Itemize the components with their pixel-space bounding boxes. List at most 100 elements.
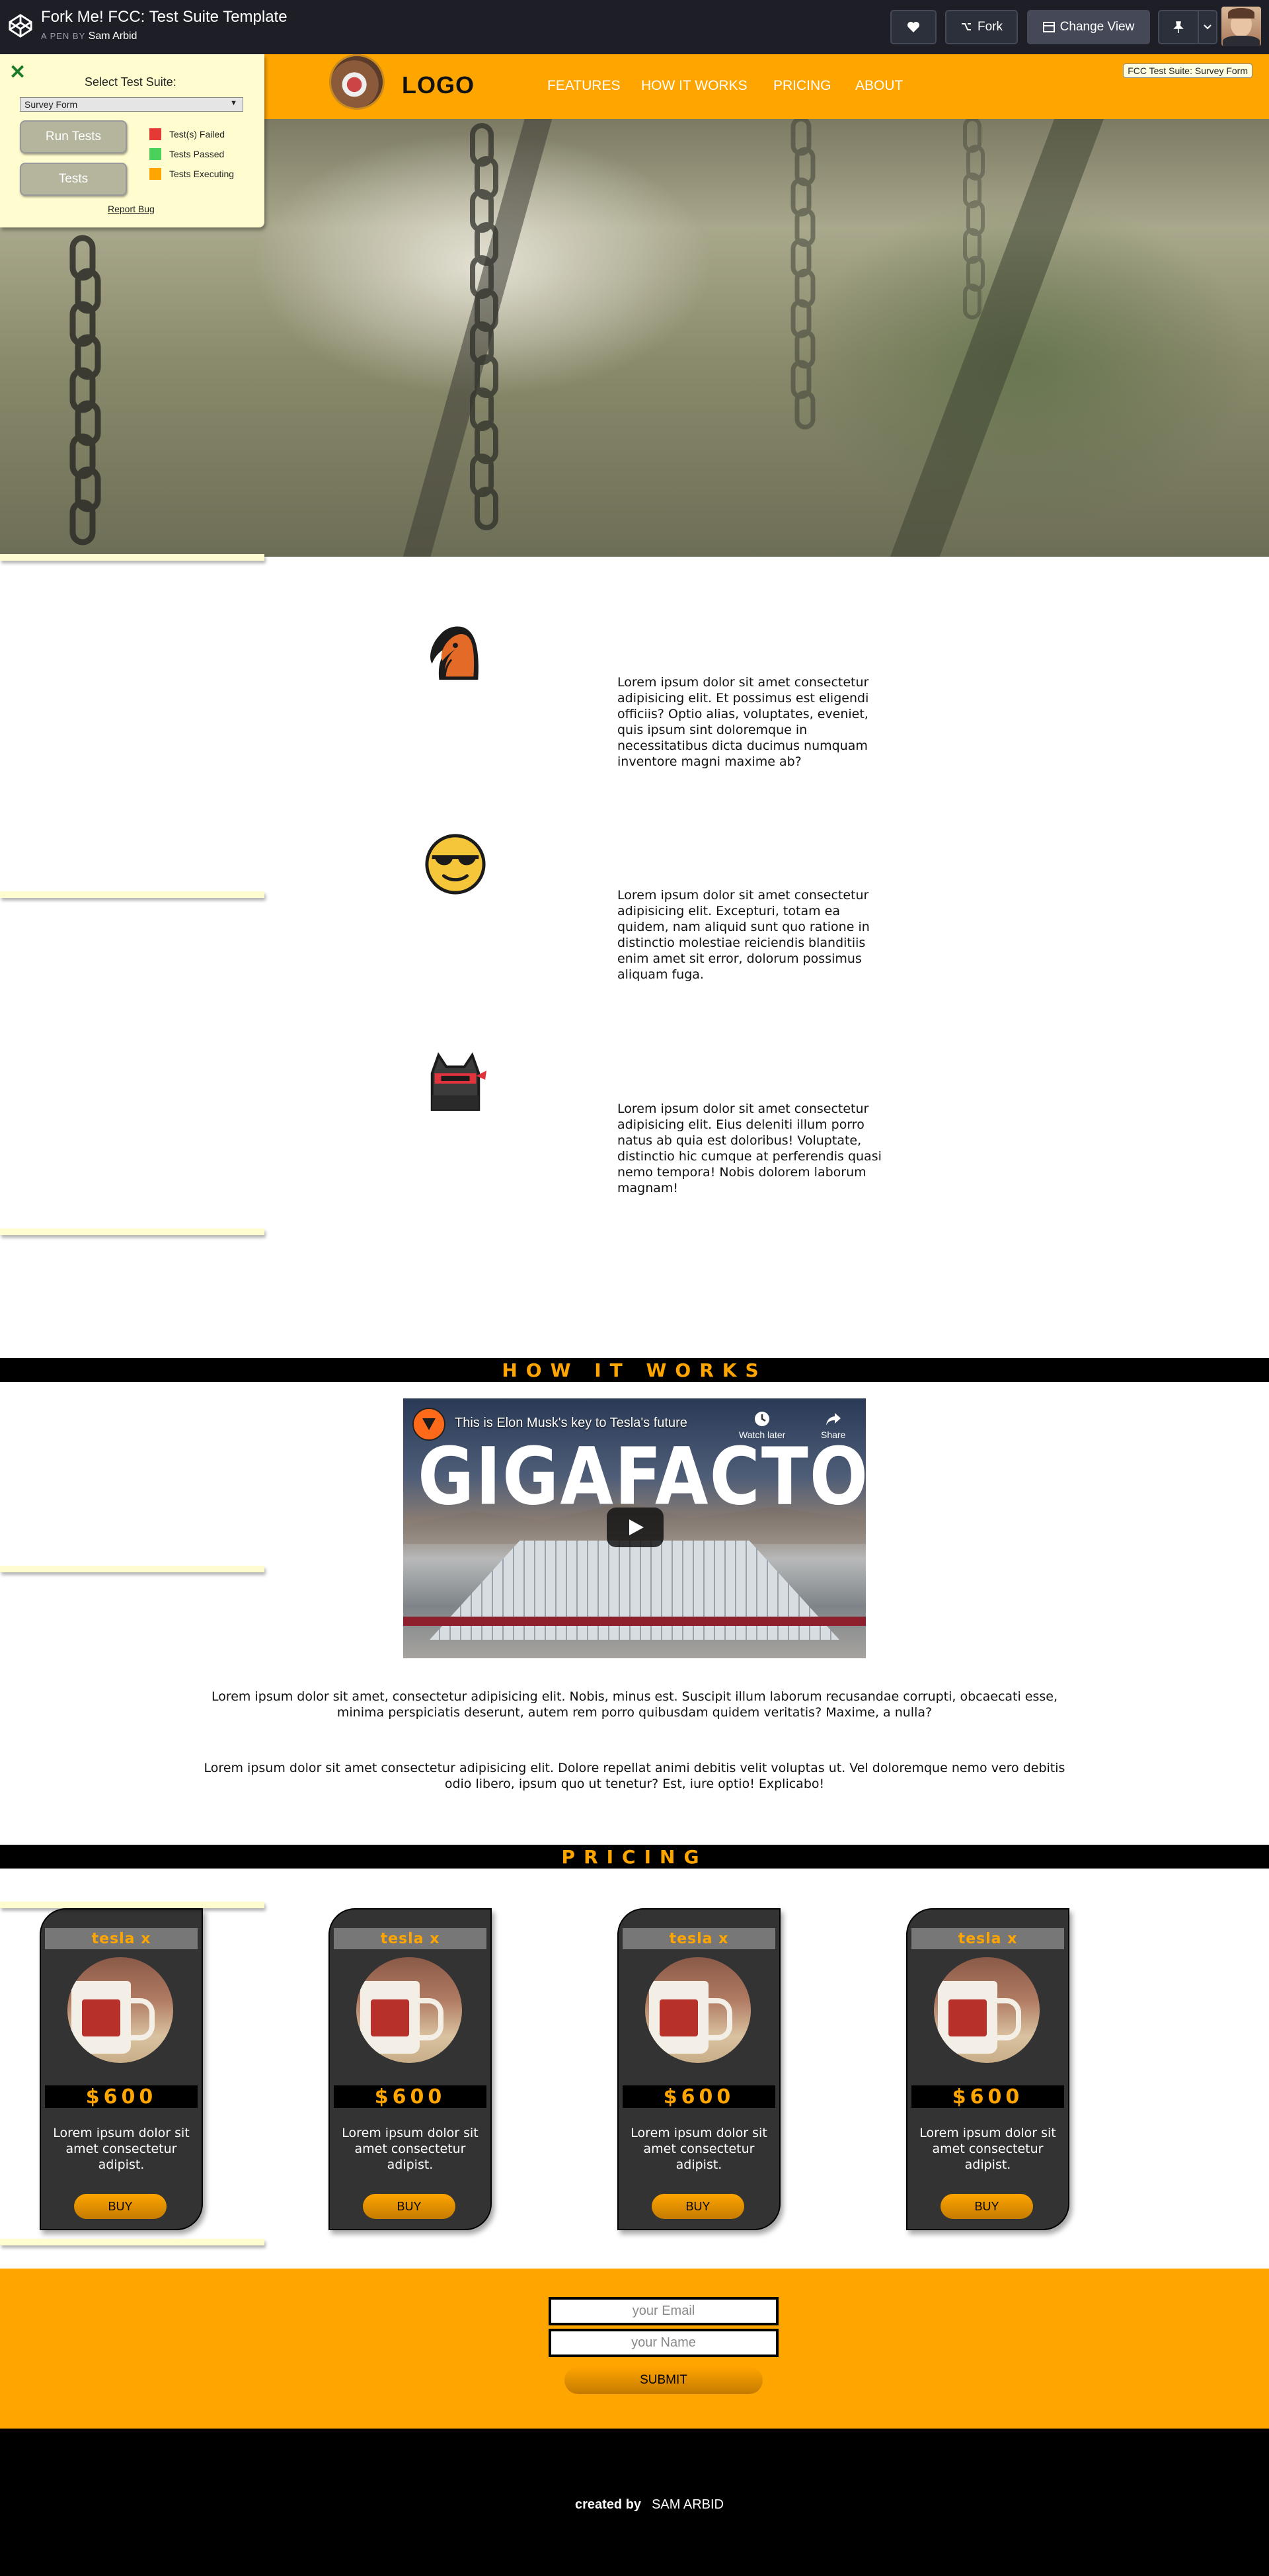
product-description: Lorem ipsum dolor sit amet consectetur a…	[342, 2126, 479, 2172]
product-name: tesla x	[911, 1928, 1064, 1949]
product-image	[645, 1957, 751, 2063]
user-avatar[interactable]	[1221, 7, 1261, 46]
pricing-heading: PRICING	[0, 1845, 1269, 1869]
nav-link-features[interactable]: FEATURES	[547, 78, 620, 94]
fcc-test-panel: ✕ Select Test Suite: Survey Form ▼ Run T…	[0, 54, 264, 227]
channel-avatar[interactable]	[412, 1408, 445, 1441]
legend-passed-label: Tests Passed	[169, 149, 225, 159]
pricing-card: tesla x $600 Lorem ipsum dolor sit amet …	[328, 1908, 492, 2230]
pen-title[interactable]: Fork Me! FCC: Test Suite Template	[41, 8, 288, 26]
fcc-suite-badge: FCC Test Suite: Survey Form	[1123, 63, 1252, 78]
how-it-works-paragraph: Lorem ipsum dolor sit amet consectetur a…	[204, 1761, 1065, 1791]
name-field[interactable]	[549, 2329, 779, 2357]
panel-edge	[0, 891, 264, 898]
like-button[interactable]	[890, 10, 937, 44]
how-it-works-paragraph: Lorem ipsum dolor sit amet, consectetur …	[211, 1689, 1058, 1720]
product-price: $600	[334, 2085, 486, 2109]
pricing-card: tesla x $600 Lorem ipsum dolor sit amet …	[40, 1908, 203, 2230]
share-button[interactable]: Share	[821, 1410, 845, 1440]
select-suite-label: Select Test Suite:	[85, 75, 176, 89]
product-price: $600	[45, 2085, 198, 2109]
heart-icon	[907, 22, 919, 32]
change-view-label: Change View	[1059, 20, 1135, 34]
feature-text: Lorem ipsum dolor sit amet consectetur a…	[617, 888, 870, 982]
buy-button[interactable]: BUY	[652, 2194, 744, 2219]
selected-suite: Survey Form	[24, 99, 78, 110]
sunglasses-smiley-icon	[425, 834, 486, 895]
share-label: Share	[821, 1429, 846, 1440]
byline-prefix: A PEN BY	[41, 31, 86, 41]
nav-link-pricing[interactable]: PRICING	[773, 78, 831, 94]
product-image	[934, 1957, 1040, 2063]
run-tests-button[interactable]: Run Tests	[20, 120, 127, 153]
video-player[interactable]: GIGAFACTORY This is Elon Musk's key to T…	[403, 1398, 866, 1658]
panel-edge	[0, 1228, 264, 1235]
failed-swatch	[149, 128, 161, 140]
video-title[interactable]: This is Elon Musk's key to Tesla's futur…	[455, 1416, 687, 1431]
clock-icon	[755, 1412, 770, 1426]
nav-link-about[interactable]: ABOUT	[855, 78, 903, 94]
tests-button[interactable]: Tests	[20, 163, 127, 196]
test-suite-select[interactable]: Survey Form ▼	[20, 97, 243, 112]
legend-failed-label: Test(s) Failed	[169, 129, 225, 140]
logo-image	[329, 54, 385, 110]
product-description: Lorem ipsum dolor sit amet consectetur a…	[631, 2126, 767, 2172]
product-description: Lorem ipsum dolor sit amet consectetur a…	[919, 2126, 1056, 2172]
legend-executing: Tests Executing	[149, 168, 234, 180]
report-bug-link[interactable]: Report Bug	[108, 204, 155, 214]
pen-author-link[interactable]: Sam Arbid	[89, 30, 137, 42]
legend-passed: Tests Passed	[149, 148, 224, 160]
pin-menu-button[interactable]	[1198, 10, 1217, 44]
nav-link-how-it-works[interactable]: HOW IT WORKS	[641, 78, 748, 94]
product-description: Lorem ipsum dolor sit amet consectetur a…	[53, 2126, 190, 2172]
legend-failed: Test(s) Failed	[149, 128, 225, 140]
product-name: tesla x	[623, 1928, 775, 1949]
codepen-topbar: Fork Me! FCC: Test Suite Template A PEN …	[0, 0, 1269, 54]
fork-icon	[962, 23, 971, 30]
product-price: $600	[911, 2085, 1064, 2109]
pricing-card: tesla x $600 Lorem ipsum dolor sit amet …	[906, 1908, 1069, 2230]
change-view-button[interactable]: Change View	[1027, 10, 1150, 44]
footer-credit: created by SAM ARBID	[575, 2497, 724, 2513]
fork-label: Fork	[978, 20, 1003, 34]
layout-icon	[1042, 22, 1055, 32]
legend-executing-label: Tests Executing	[169, 169, 235, 179]
footer-author: SAM ARBID	[652, 2497, 724, 2512]
feature-text: Lorem ipsum dolor sit amet consectetur a…	[617, 1102, 882, 1195]
executing-swatch	[149, 168, 161, 180]
passed-swatch	[149, 148, 161, 160]
product-image	[356, 1957, 462, 2063]
share-icon	[826, 1413, 841, 1426]
chevron-down-icon	[1204, 24, 1211, 30]
panel-edge	[0, 554, 264, 561]
pin-button[interactable]	[1158, 10, 1199, 44]
pin-icon	[1173, 21, 1184, 33]
knight-horse-icon	[430, 626, 479, 680]
watch-later-label: Watch later	[739, 1429, 786, 1440]
panel-edge	[0, 2239, 264, 2245]
ninja-cat-icon	[430, 1052, 487, 1111]
pen-byline: A PEN BY Sam Arbid	[41, 30, 137, 42]
panel-edge	[0, 1566, 264, 1572]
product-price: $600	[623, 2085, 775, 2109]
close-icon[interactable]: ✕	[9, 61, 26, 84]
created-by-label: created by	[575, 2497, 642, 2512]
buy-button[interactable]: BUY	[74, 2194, 167, 2219]
email-field[interactable]	[549, 2297, 779, 2325]
signup-form: SUBMIT	[0, 2269, 1269, 2429]
watch-later-button[interactable]: Watch later	[739, 1410, 785, 1440]
panel-edge	[0, 1902, 264, 1908]
product-image	[67, 1957, 173, 2063]
codepen-logo-icon[interactable]	[8, 13, 33, 38]
dropdown-arrow-icon: ▼	[230, 99, 237, 107]
submit-button[interactable]: SUBMIT	[564, 2366, 763, 2394]
logo-text: LOGO	[402, 71, 475, 99]
feature-text: Lorem ipsum dolor sit amet consectetur a…	[617, 675, 869, 769]
play-button[interactable]	[607, 1508, 664, 1547]
pricing-card: tesla x $600 Lorem ipsum dolor sit amet …	[617, 1908, 781, 2230]
product-name: tesla x	[334, 1928, 486, 1949]
buy-button[interactable]: BUY	[941, 2194, 1033, 2219]
site-footer: created by SAM ARBID	[0, 2429, 1269, 2576]
buy-button[interactable]: BUY	[363, 2194, 455, 2219]
fork-button[interactable]: Fork	[945, 10, 1018, 44]
